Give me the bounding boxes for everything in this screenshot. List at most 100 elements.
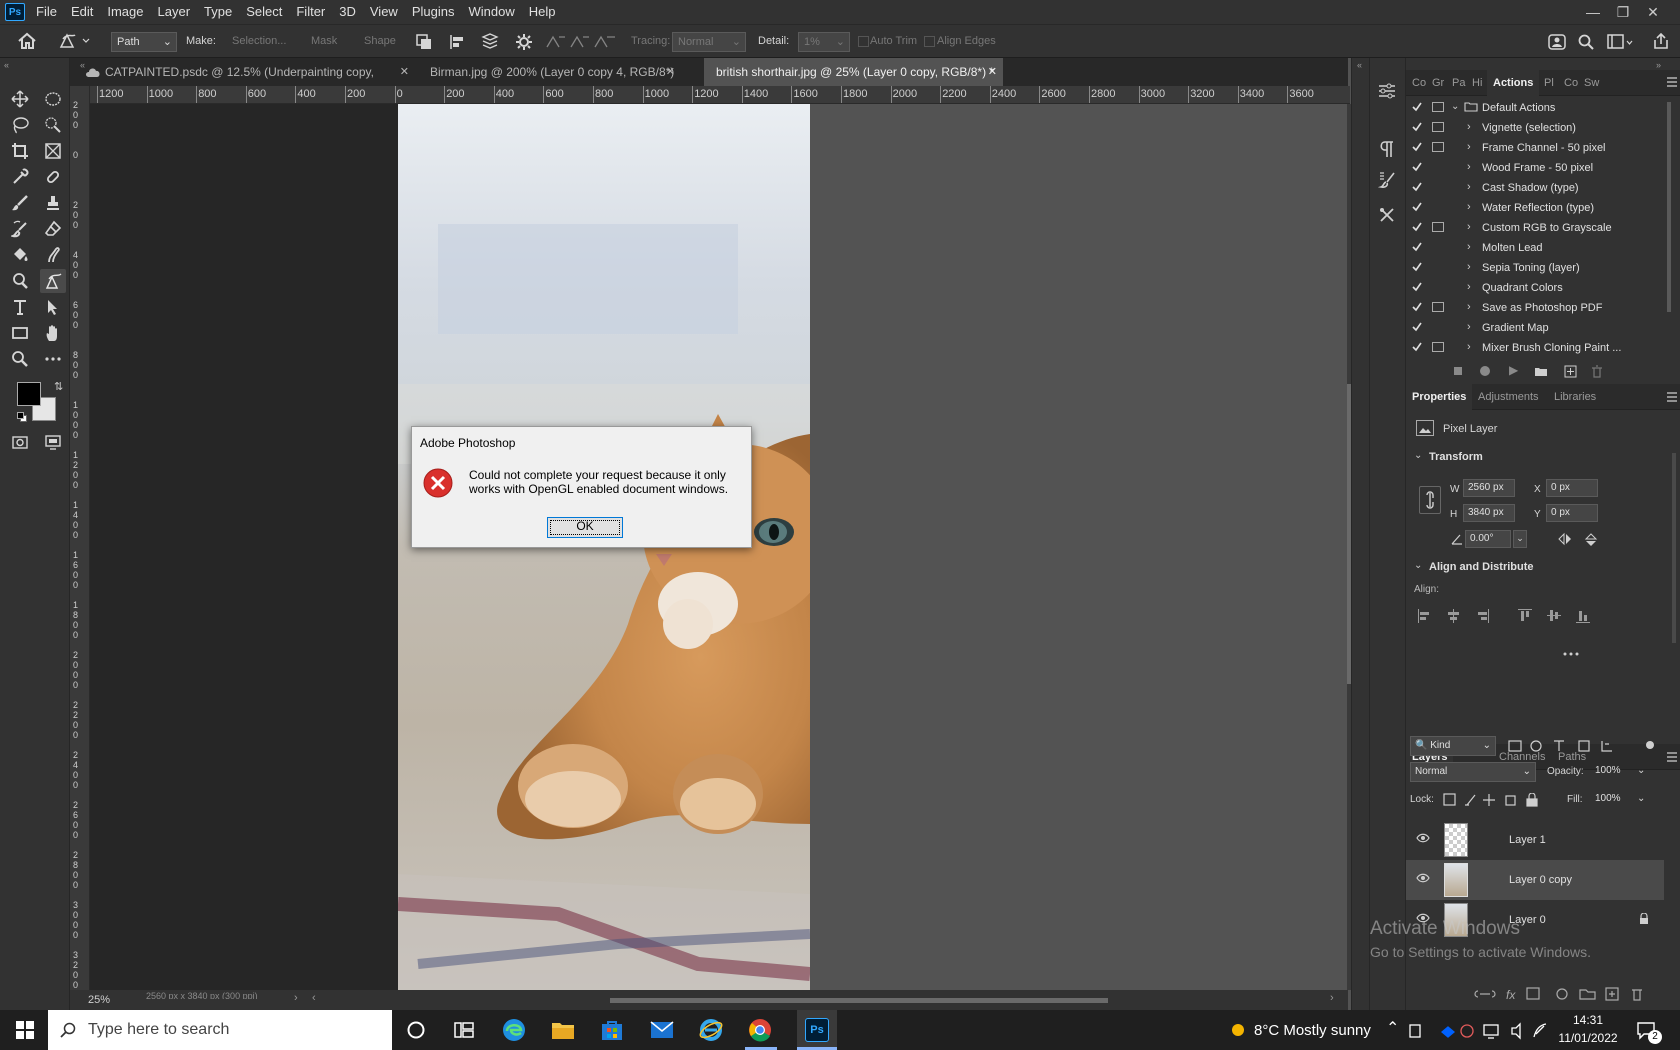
tab-close-icon[interactable]: ✕	[400, 58, 409, 86]
tab-comments[interactable]: Co	[1564, 70, 1578, 96]
clock-time[interactable]: 14:31	[1558, 1013, 1618, 1027]
menu-filter[interactable]: Filter	[289, 0, 332, 24]
x-input[interactable]: 0 px	[1546, 479, 1598, 497]
default-colors-icon[interactable]	[17, 412, 27, 422]
chevron-right-icon[interactable]: ›	[1467, 301, 1471, 313]
search-icon[interactable]	[1577, 33, 1595, 51]
fill-input[interactable]: 100%	[1591, 790, 1636, 810]
action-item[interactable]: › Vignette (selection)	[1406, 118, 1671, 138]
paint-bucket-icon[interactable]	[7, 243, 33, 267]
elliptical-marquee-icon[interactable]	[40, 87, 66, 111]
restore-button[interactable]: ❐	[1612, 0, 1634, 24]
action-item[interactable]: › Water Reflection (type)	[1406, 198, 1671, 218]
align-edges-checkbox[interactable]	[924, 36, 935, 47]
checkmark-icon[interactable]	[1412, 262, 1422, 272]
dialog-toggle-icon[interactable]	[1432, 142, 1444, 152]
lasso-tool-icon[interactable]	[7, 113, 33, 137]
angle-input[interactable]: 0.00°	[1465, 530, 1511, 548]
smudge-tool-icon[interactable]	[40, 243, 66, 267]
zoom-tool-icon[interactable]	[7, 347, 33, 371]
chevron-right-icon[interactable]: ›	[1467, 321, 1471, 333]
ok-button[interactable]: OK	[547, 517, 623, 538]
checkmark-icon[interactable]	[1412, 122, 1422, 132]
menu-layer[interactable]: Layer	[151, 0, 198, 24]
chevron-down-icon[interactable]: ⌄	[1414, 450, 1422, 461]
export-share-icon[interactable]	[1652, 32, 1670, 50]
action-item[interactable]: › Custom RGB to Grayscale	[1406, 218, 1671, 238]
scroll-left-icon[interactable]: ‹	[312, 992, 316, 1004]
action-item[interactable]: › Gradient Map	[1406, 318, 1671, 338]
tab-color[interactable]: Co	[1412, 70, 1426, 96]
eye-icon[interactable]	[1416, 873, 1430, 883]
foreground-color-swatch[interactable]	[17, 382, 41, 406]
file-explorer-icon[interactable]	[549, 1016, 577, 1044]
brush-tool-icon[interactable]	[7, 191, 33, 215]
tracing-select[interactable]: Normal ⌄	[672, 32, 746, 52]
tab-gradients[interactable]: Gr	[1432, 70, 1444, 96]
panel-menu-icon[interactable]	[1666, 76, 1678, 88]
chevron-right-icon[interactable]: ›	[1467, 201, 1471, 213]
taskbar-search-box[interactable]: Type here to search	[48, 1010, 392, 1050]
action-item[interactable]: › Wood Frame - 50 pixel	[1406, 158, 1671, 178]
checkmark-icon[interactable]	[1412, 142, 1422, 152]
windows-start-icon[interactable]	[11, 1016, 39, 1044]
move-tool-icon[interactable]	[7, 87, 33, 111]
panel-menu-icon[interactable]	[1666, 391, 1678, 403]
menu-help[interactable]: Help	[522, 0, 563, 24]
gear-icon[interactable]	[514, 32, 534, 52]
status-chevron-icon[interactable]: ›	[294, 992, 298, 1004]
scroll-right-icon[interactable]: ›	[1330, 992, 1334, 1004]
panel-menu-icon[interactable]	[1666, 751, 1678, 763]
chevron-right-icon[interactable]: ›	[1467, 161, 1471, 173]
layer-row[interactable]: Layer 1	[1406, 820, 1664, 860]
checkmark-icon[interactable]	[1412, 222, 1422, 232]
internet-explorer-icon[interactable]	[697, 1016, 725, 1044]
y-input[interactable]: 0 px	[1546, 504, 1598, 522]
more-options-icon[interactable]	[1563, 652, 1579, 656]
chevron-right-icon[interactable]: ›	[1467, 141, 1471, 153]
chevron-right-icon[interactable]: ›	[1467, 281, 1471, 293]
tab-close-icon[interactable]: ✕	[988, 58, 997, 86]
chevron-right-icon[interactable]: ›	[1467, 261, 1471, 273]
checkmark-icon[interactable]	[1412, 282, 1422, 292]
action-item[interactable]: › Sepia Toning (layer)	[1406, 258, 1671, 278]
dialog-toggle-icon[interactable]	[1432, 342, 1444, 352]
chevron-right-icon[interactable]: ›	[1467, 121, 1471, 133]
lock-options-icons[interactable]	[1443, 793, 1543, 807]
curvature-pen-tool-icon[interactable]	[57, 31, 91, 51]
record-icon[interactable]	[1480, 366, 1490, 376]
menu-view[interactable]: View	[363, 0, 405, 24]
action-set-default[interactable]: ⌄ Default Actions	[1406, 98, 1671, 118]
action-item[interactable]: › Cast Shadow (type)	[1406, 178, 1671, 198]
photoshop-taskbar-button[interactable]: Ps	[797, 1010, 837, 1050]
flip-vertical-icon[interactable]	[1584, 532, 1598, 548]
brush-settings-icon[interactable]	[1378, 170, 1396, 188]
hand-tool-icon[interactable]	[40, 321, 66, 345]
close-window-button[interactable]: ✕	[1642, 0, 1664, 24]
tab-adjustments[interactable]: Adjustments	[1478, 384, 1539, 410]
chevron-down-icon[interactable]: ⌄	[1451, 101, 1459, 112]
share-person-icon[interactable]	[1548, 33, 1566, 51]
trash-icon[interactable]	[1591, 365, 1603, 378]
dodge-tool-icon[interactable]	[7, 269, 33, 293]
tool-presets-icon[interactable]	[1378, 206, 1396, 224]
screen-mode-icon[interactable]	[40, 430, 66, 454]
checkmark-icon[interactable]	[1412, 162, 1422, 172]
minimize-button[interactable]: —	[1582, 0, 1604, 24]
collapse-dock-icon[interactable]: «	[1357, 60, 1362, 70]
checkmark-icon[interactable]	[1412, 202, 1422, 212]
chevron-down-icon[interactable]: ⌄	[1637, 793, 1645, 804]
eyedropper-icon[interactable]	[7, 165, 33, 189]
width-input[interactable]: 2560 px	[1463, 479, 1515, 497]
eye-icon[interactable]	[1416, 833, 1430, 843]
rectangle-tool-icon[interactable]	[7, 321, 33, 345]
dialog-toggle-icon[interactable]	[1432, 102, 1444, 112]
checkmark-icon[interactable]	[1412, 322, 1422, 332]
angle-dropdown-icon[interactable]: ⌄	[1513, 530, 1527, 548]
chevron-right-icon[interactable]: ›	[1467, 221, 1471, 233]
horizontal-scrollbar-thumb[interactable]	[610, 998, 1108, 1003]
path-mode-select[interactable]: Path ⌄	[111, 32, 177, 52]
dialog-toggle-icon[interactable]	[1432, 122, 1444, 132]
task-view-icon[interactable]	[450, 1016, 478, 1044]
path-selection-icon[interactable]	[40, 295, 66, 319]
